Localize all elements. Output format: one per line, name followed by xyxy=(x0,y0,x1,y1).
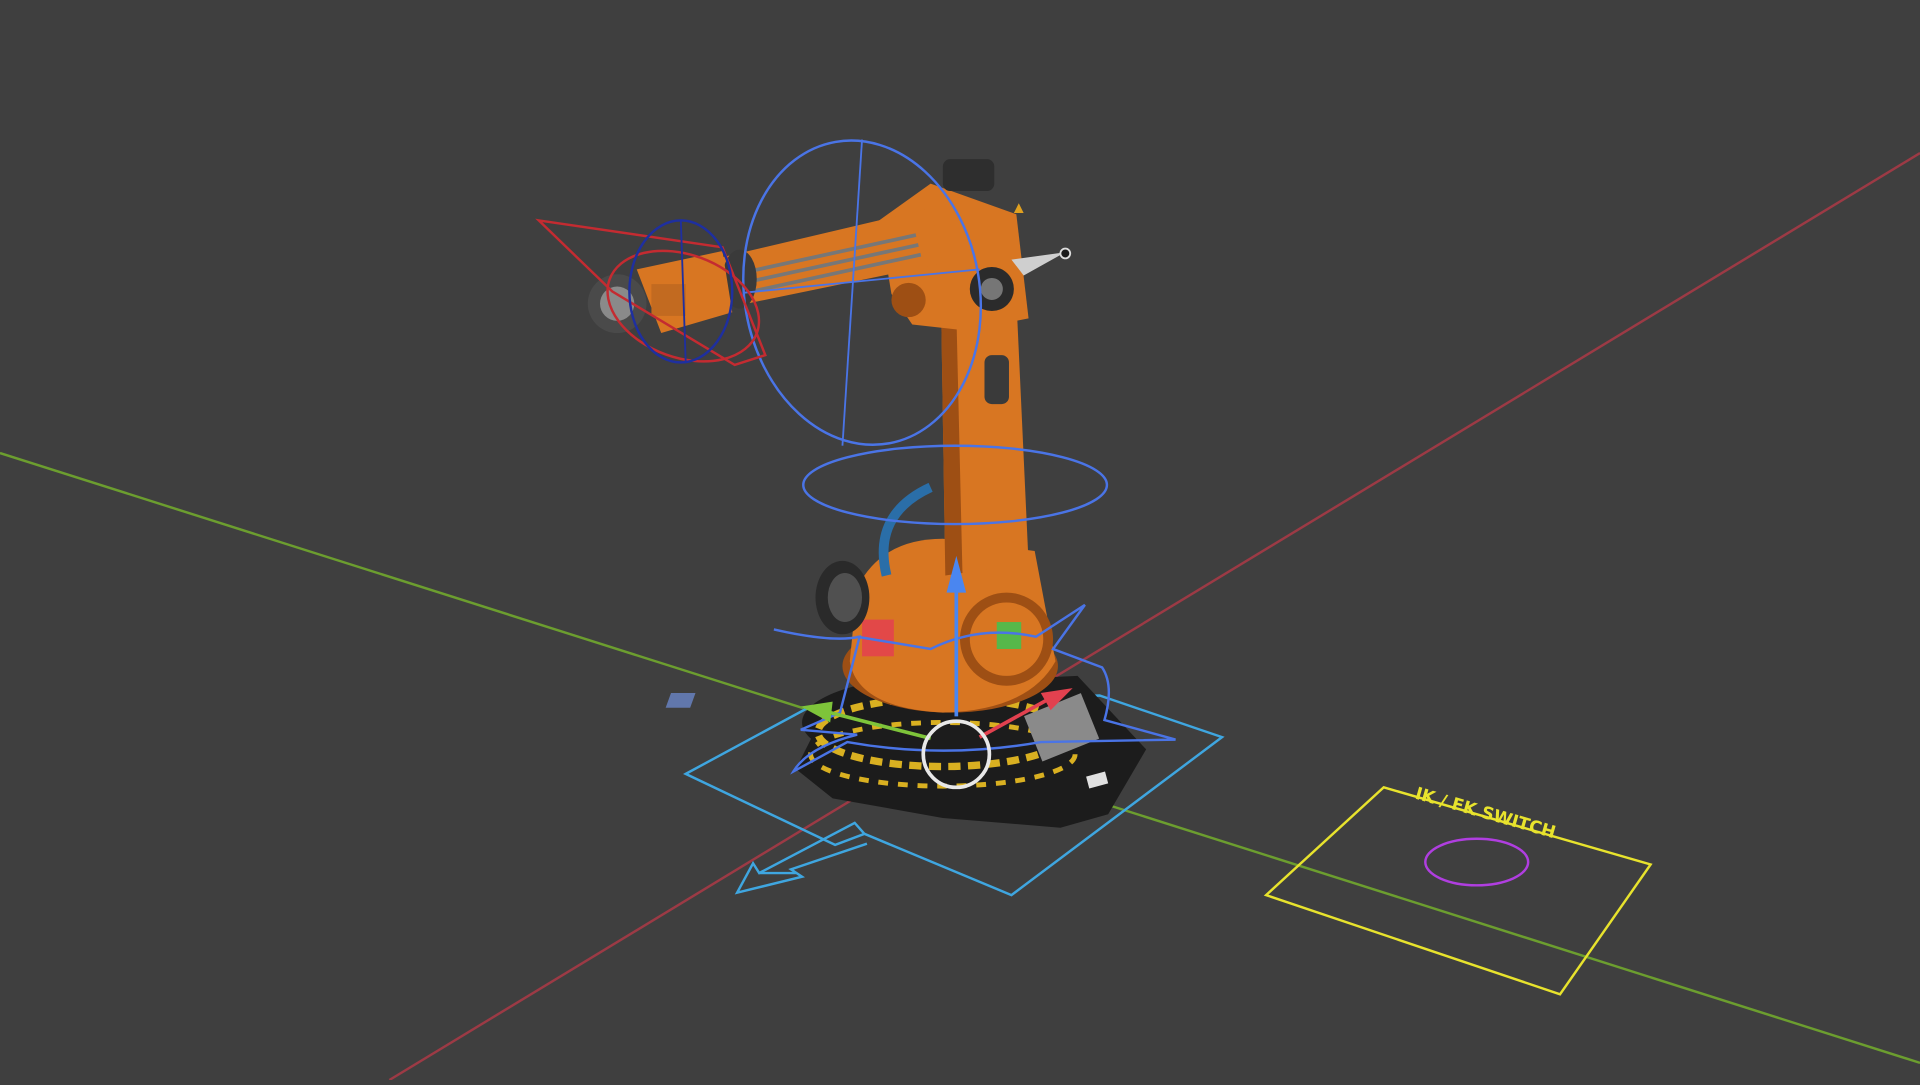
gizmo-xy-plane-handle[interactable] xyxy=(665,693,696,708)
ik-fk-switch-control[interactable]: IK / FK SWITCH xyxy=(1263,784,1653,996)
3d-viewport[interactable]: IK / FK SWITCH xyxy=(0,0,1920,1082)
ik-fk-switch-knob[interactable] xyxy=(1424,837,1530,887)
viewport-canvas[interactable]: IK / FK SWITCH xyxy=(0,0,1920,1082)
green-status-indicator xyxy=(996,622,1022,649)
pole-target-control[interactable] xyxy=(1011,203,1072,276)
ik-fk-switch-label: IK / FK SWITCH xyxy=(1413,784,1558,843)
